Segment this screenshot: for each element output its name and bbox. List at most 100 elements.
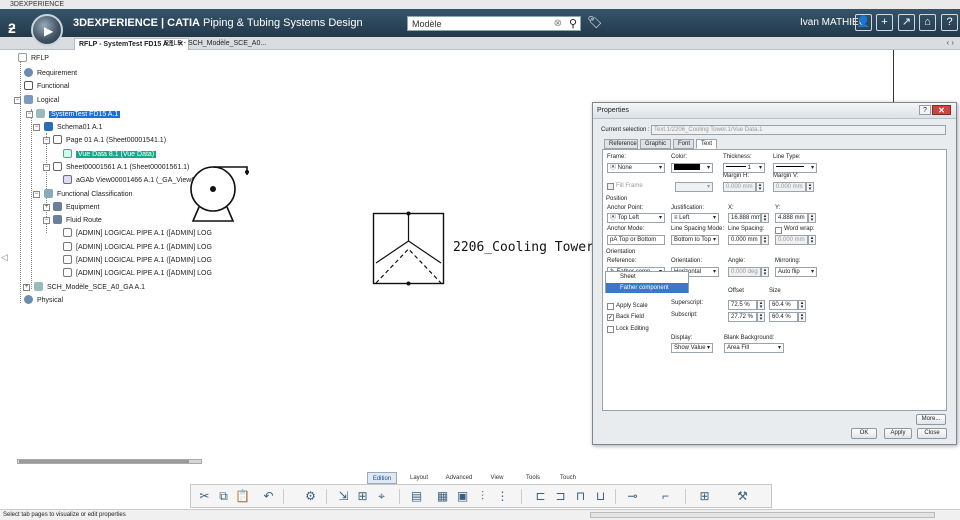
back-field-checkbox[interactable]: ✓ [607,314,614,321]
collapse-icon[interactable]: − [43,217,50,224]
apply-button[interactable]: Apply [884,428,912,439]
cooling-tower-label[interactable]: 2206_Cooling Tower.1 [453,240,610,255]
paste-icon[interactable]: 📋 [235,489,250,504]
tree-node-functional-classification[interactable]: Functional Classification [44,189,132,201]
collapse-icon[interactable]: − [14,97,21,104]
settings-icon[interactable]: ⚙ [303,489,318,504]
tree-node-functional[interactable]: Functional [24,81,69,93]
copy-icon[interactable]: ⧉ [216,489,231,504]
help-icon[interactable]: ? [941,14,958,31]
left-panel-arrow-icon[interactable]: ◁ [1,252,8,263]
tree-node-pipe[interactable]: [ADMIN] LOGICAL PIPE A.1 ([ADMIN] LOG [63,255,212,267]
blank-background-select[interactable]: Area Fill ▾ [724,343,784,353]
tag-icon[interactable]: 🏷 [587,15,602,29]
compass-icon[interactable]: ▶ [31,14,63,46]
tree-scrollbar[interactable] [17,459,202,464]
word-wrap-spinner[interactable]: ▴ ▾ [808,235,816,245]
distribute-icon[interactable]: ⋮ [495,489,510,504]
tree-node-systemtest[interactable]: SystemTest FD15 A.1 [36,109,121,121]
word-wrap-field[interactable]: 0.000 mm [775,235,808,245]
add-icon[interactable]: + [876,14,893,31]
scroll-thumb[interactable] [19,460,189,463]
tree-node-page[interactable]: Page 01 A.1 (Sheet00001541.1) [53,135,166,147]
tab-view[interactable]: View [484,472,510,484]
tab-graphic[interactable]: Graphic [640,139,671,149]
tab-reference[interactable]: Reference [604,139,638,149]
collapse-icon[interactable]: − [43,164,50,171]
frame-icon[interactable]: ▣ [455,489,470,504]
margin-h-field[interactable]: 0.000 mm [723,182,756,192]
measure-icon[interactable]: ⊸ [625,489,640,504]
tree-node-sch[interactable]: SCH_Modèle_SCE_A0_GA A.1 [34,282,145,294]
option-sheet[interactable]: Sheet [606,272,688,282]
home-icon[interactable]: ⌂ [919,14,936,31]
line-spacing-spinner[interactable]: ▴ ▾ [761,235,769,245]
subscript-offset-spinner[interactable]: ▴ ▾ [757,312,765,322]
angle-spinner[interactable]: ▴ ▾ [761,267,769,277]
close-icon[interactable]: ✕ [932,105,951,115]
align-icon[interactable]: ⫶ [475,489,490,504]
tab-text[interactable]: Text [696,139,717,149]
y-field[interactable]: 4.888 mm [775,213,808,223]
route-icon[interactable]: ⊏ [533,489,548,504]
superscript-size-field[interactable]: 60.4 % [769,300,798,310]
mirroring-select[interactable]: Auto flip ▾ [775,267,817,277]
cooling-tower-symbol[interactable] [372,211,446,287]
close-button[interactable]: Close [917,428,947,439]
fill-frame-checkbox[interactable] [607,183,614,190]
word-wrap-checkbox[interactable] [775,227,782,234]
tree-node-physical[interactable]: Physical [24,295,63,307]
tab-touch[interactable]: Touch [554,472,582,484]
join-icon[interactable]: ⊔ [593,489,608,504]
margin-v-field[interactable]: 0.000 mm [773,182,806,192]
y-spinner[interactable]: ▴ ▾ [808,213,816,223]
subscript-offset-field[interactable]: 27.72 % [728,312,757,322]
color-select[interactable]: ▾ [671,163,713,173]
tree-node-sheet[interactable]: Sheet00001561 A.1 (Sheet00001561.1) [53,162,189,174]
subscript-size-spinner[interactable]: ▴ ▾ [798,312,806,322]
table-icon[interactable]: ⊞ [697,489,712,504]
cut-icon[interactable]: ✂ [197,489,212,504]
tab-advanced[interactable]: Advanced [442,472,476,484]
anchor-mode-select[interactable]: pĀ Top or Bottom [607,235,665,245]
tools-icon[interactable]: ⚒ [735,489,750,504]
tree-node-pipe[interactable]: [ADMIN] LOGICAL PIPE A.1 ([ADMIN] LOG [63,242,212,254]
collapse-icon[interactable]: − [33,124,40,131]
undo-icon[interactable]: ↶ [261,489,276,504]
connect-icon[interactable]: ⊐ [553,489,568,504]
tree-node-pipe[interactable]: [ADMIN] LOGICAL PIPE A.1 ([ADMIN] LOG [63,228,212,240]
margin-h-spinner[interactable]: ▴ ▾ [756,182,764,192]
branch-icon[interactable]: ⊓ [573,489,588,504]
display-select[interactable]: Show Value ▾ [671,343,713,353]
tree-node-fluid-route[interactable]: Fluid Route [53,215,102,227]
tree-node-pipe[interactable]: [ADMIN] LOGICAL PIPE A.1 ([ADMIN] LOG [63,268,212,280]
option-father-component[interactable]: Father component [606,283,688,293]
fill-color-select[interactable]: ▾ [675,182,713,192]
share-icon[interactable]: ↗ [898,14,915,31]
tab-layout[interactable]: Layout [404,472,434,484]
superscript-offset-spinner[interactable]: ▴ ▾ [757,300,765,310]
tree-node-vue-data[interactable]: Vue Data 8.1 (Vue Data) [63,149,157,161]
x-field[interactable]: 16.888 mm [728,213,761,223]
tab-scroll-arrows-icon[interactable]: ‹ › [946,38,954,47]
layout-icon[interactable]: ▤ [409,489,424,504]
tab-tools[interactable]: Tools [520,472,546,484]
clear-search-icon[interactable]: ⊗ [554,18,562,29]
tab-sch-modele[interactable]: RFLP - SCH_Modèle_SCE_A0... [160,38,270,50]
search-input[interactable]: Modèle ⊗ ⚲ [407,16,581,31]
search-icon[interactable]: ⚲ [569,17,577,30]
line-spacing-mode-select[interactable]: Bottom to Top ▾ [671,235,719,245]
tree-node-requirement[interactable]: Requirement [24,68,77,80]
tab-edition[interactable]: Edition [367,472,397,484]
apply-scale-checkbox[interactable] [607,303,614,310]
subscript-size-field[interactable]: 60.4 % [769,312,798,322]
superscript-size-spinner[interactable]: ▴ ▾ [798,300,806,310]
line-spacing-field[interactable]: 0.000 mm [728,235,761,245]
anchor-point-select[interactable]: Ⓐ Top Left ▾ [607,213,665,223]
insert-icon[interactable]: ⊞ [355,489,370,504]
collapse-icon[interactable]: − [26,111,33,118]
status-scrollbar[interactable] [590,512,935,518]
margin-v-spinner[interactable]: ▴ ▾ [806,182,814,192]
help-icon[interactable]: ? [919,105,931,115]
justification-select[interactable]: ≡ Left ▾ [671,213,719,223]
